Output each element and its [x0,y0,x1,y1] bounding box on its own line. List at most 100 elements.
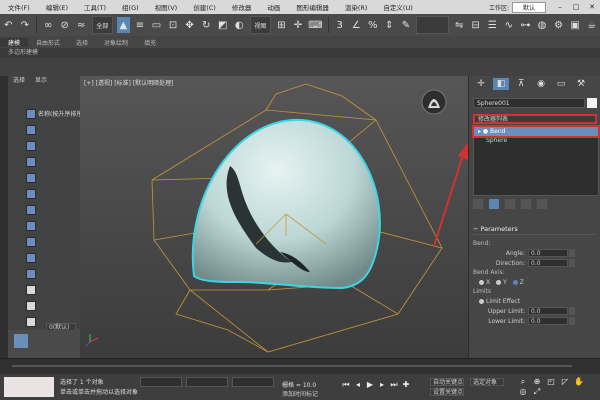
bind-spacewarp-icon[interactable]: ≈ [75,17,88,33]
set-key-button[interactable]: 设置关键点 [430,388,464,396]
field-of-view-icon[interactable]: ◸ [558,377,572,387]
angle-spinner[interactable] [569,249,575,257]
motion-tab-icon[interactable]: ◉ [533,78,549,90]
rendered-frame-icon[interactable]: ▣ [569,17,582,33]
parameters-header[interactable]: − Parameters [473,224,597,235]
filter-hidden-button[interactable] [26,285,36,295]
minimize-icon[interactable]: – [552,3,568,11]
perspective-viewport[interactable]: [+] [透视] [标准] [默认明暗处理] [80,76,468,358]
filter-bones-button[interactable] [26,237,36,247]
pin-stack-icon[interactable] [473,199,483,209]
maximize-icon[interactable]: □ [568,3,584,11]
menu-modifiers[interactable]: 修改器 [224,2,260,12]
tab-populate[interactable]: 填充 [136,38,164,47]
coord-z-field[interactable] [232,377,274,387]
move-icon[interactable]: ✥ [183,17,196,33]
named-selection-icon[interactable]: ✎ [400,17,413,33]
angle-input[interactable]: 0.0 [528,249,568,257]
spinner-snap-icon[interactable]: ⇕ [383,17,396,33]
menu-file[interactable]: 文件(F) [0,2,38,12]
zoom-icon[interactable]: ⌕ [516,377,530,387]
curve-editor-icon[interactable]: ∿ [503,17,516,33]
time-slider-track[interactable] [12,365,572,367]
menu-group[interactable]: 组(G) [114,2,147,12]
remove-modifier-icon[interactable] [521,199,531,209]
orbit-icon[interactable]: ◎ [516,387,530,397]
coord-y-field[interactable] [186,377,228,387]
angle-snap-icon[interactable]: ∠ [350,17,363,33]
tab-display[interactable]: 显示 [30,76,52,86]
placement-icon[interactable]: ◐ [233,17,246,33]
filter-none-button[interactable] [26,317,36,327]
lower-limit-spinner[interactable] [569,317,575,325]
scale-icon[interactable]: ◩ [216,17,229,33]
sphere-object[interactable] [191,118,381,290]
stack-item-sphere[interactable]: Sphere [474,136,598,145]
filter-spacewarps-button[interactable] [26,189,36,199]
menu-views[interactable]: 视图(V) [147,2,186,12]
pan-icon[interactable]: ✋ [572,377,586,387]
object-name-field[interactable]: Sphere001 [473,98,585,108]
material-editor-icon[interactable]: ◍ [536,17,549,33]
menu-customize[interactable]: 自定义(U) [375,2,420,12]
zoom-all-icon[interactable]: ⊕ [530,377,544,387]
filter-helpers-button[interactable] [26,173,36,183]
link-icon[interactable]: ∞ [42,17,55,33]
select-object-icon[interactable]: ▲ [117,17,130,33]
add-time-tag[interactable]: 添加时间标记 [282,389,318,398]
tab-selection[interactable]: 选择 [68,38,96,47]
axis-z-radio[interactable] [512,279,518,285]
percent-snap-icon[interactable]: % [367,17,380,33]
timeline[interactable] [0,358,600,375]
modify-tab-icon[interactable]: ◧ [493,78,509,90]
menu-rendering[interactable]: 渲染(R) [337,2,376,12]
auto-key-button[interactable]: 自动关键点 [430,378,464,386]
redo-icon[interactable]: ↷ [19,17,32,33]
axis-y-radio[interactable] [496,279,502,285]
ribbon-subrow[interactable]: 多边形建模 [0,48,600,58]
filter-containers-button[interactable] [26,253,36,263]
upper-limit-input[interactable]: 0.0 [528,307,568,315]
tab-modeling[interactable]: 建模 [0,37,29,47]
menu-create[interactable]: 创建(C) [185,2,224,12]
create-tab-icon[interactable]: ✛ [473,78,489,90]
filter-cameras-button[interactable] [26,157,36,167]
align-icon[interactable]: ⊟ [469,17,482,33]
reference-coordinate-dropdown[interactable]: 视图 [249,16,272,34]
go-to-end-icon[interactable]: ⏭ [388,380,400,390]
select-by-name-icon[interactable]: ≡ [134,17,147,33]
snaps-toggle-icon[interactable]: 3 [333,17,346,33]
schematic-view-icon[interactable]: ⊶ [519,17,532,33]
tab-object-paint[interactable]: 对象绘制 [96,38,136,47]
unlink-icon[interactable]: ⊘ [58,17,71,33]
tab-freeform[interactable]: 自由形式 [28,38,68,47]
menu-animation[interactable]: 动画 [259,2,288,12]
named-selection-dropdown[interactable] [416,16,449,34]
key-mode-icon[interactable]: ✚ [400,380,412,390]
previous-frame-icon[interactable]: ◂ [352,380,364,390]
keyboard-shortcut-icon[interactable]: ⌨ [308,17,322,33]
upper-limit-spinner[interactable] [569,307,575,315]
filter-frozen-button[interactable] [26,269,36,279]
window-crossing-icon[interactable]: ⊡ [167,17,180,33]
maximize-viewport-icon[interactable]: ⤢ [530,387,544,397]
stack-item-bend[interactable]: ▸ ● Bend [472,125,600,138]
menu-edit[interactable]: 编辑(E) [38,2,76,12]
render-production-icon[interactable]: ☕ [585,17,598,33]
scene-explorer-icon[interactable] [14,334,28,348]
maxscript-listener[interactable] [4,377,54,397]
filter-lights-button[interactable] [26,141,36,151]
select-manipulate-icon[interactable]: ✛ [292,17,305,33]
go-to-start-icon[interactable]: ⏮ [340,380,352,390]
menu-tools[interactable]: 工具(T) [76,2,114,12]
coord-x-field[interactable] [140,377,182,387]
modifier-list-dropdown[interactable]: 修改器列表 [473,114,597,124]
filter-all-button[interactable] [26,301,36,311]
utilities-tab-icon[interactable]: ⚒ [573,78,589,90]
selection-filter-dropdown[interactable]: 全部 [91,16,114,34]
viewcube-icon[interactable] [421,89,447,115]
limit-effect-checkbox[interactable] [479,298,484,304]
mirror-icon[interactable]: ⇋ [453,17,466,33]
filter-groups-button[interactable] [26,205,36,215]
filter-shapes-button[interactable] [26,125,36,135]
